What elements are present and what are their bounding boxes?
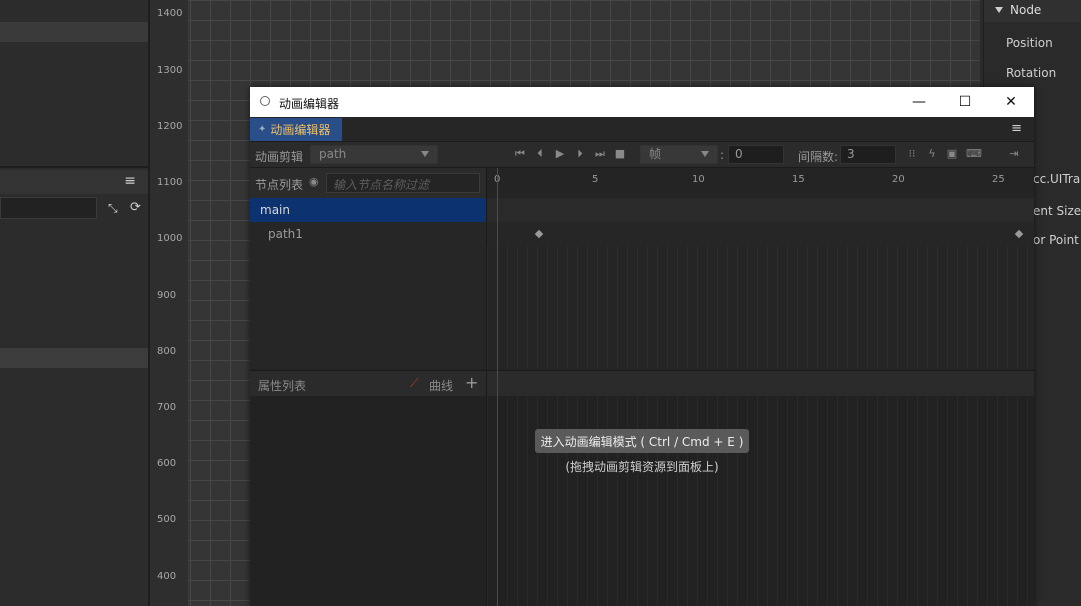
timeline-tick: 5 <box>592 174 599 185</box>
colon-separator: : <box>720 148 725 162</box>
interval-label: 间隔数: <box>798 150 839 164</box>
time-unit-value: 帧 <box>649 147 662 161</box>
save-icon[interactable]: ▣ <box>946 148 958 160</box>
interval-value: 3 <box>847 147 855 161</box>
curve-icon[interactable]: ⟋ <box>410 376 418 391</box>
node-list-title: 节点列表 <box>255 178 304 192</box>
current-frame-value: 0 <box>735 147 743 161</box>
inspector-row-anchor-point: or Point <box>1033 233 1079 247</box>
maximize-button[interactable]: ☐ <box>942 87 988 117</box>
step-back-icon[interactable]: ⏴ <box>534 148 546 160</box>
timeline-tick: 25 <box>992 174 1005 185</box>
left-panel-selected-row[interactable] <box>0 22 148 42</box>
exit-icon[interactable]: ⇥ <box>1008 148 1020 160</box>
left-panel-highlight-row[interactable] <box>0 348 148 368</box>
panel-tab-bar: ✦ 动画编辑器 ≡ <box>250 117 1034 142</box>
left-panel-menu-icon[interactable]: ≡ <box>124 173 136 189</box>
timeline-tracks[interactable] <box>487 198 1034 369</box>
clip-select[interactable]: path <box>310 145 438 164</box>
panel-divider[interactable] <box>486 168 487 606</box>
drag-clip-hint: (拖拽动画剪辑资源到面板上) <box>565 460 719 474</box>
close-icon: ✕ <box>1005 94 1017 110</box>
app-icon <box>260 96 270 106</box>
ruler-tick: 700 <box>157 402 177 413</box>
timeline-tick: 15 <box>792 174 805 185</box>
property-list <box>250 396 486 606</box>
interval-input[interactable]: 3 <box>840 145 896 164</box>
curve-button-label[interactable]: 曲线 <box>429 377 453 394</box>
ruler-tick: 1200 <box>157 121 183 132</box>
node-item-path1[interactable]: path1 <box>250 222 486 246</box>
enter-animation-mode-button[interactable]: 进入动画编辑模式 ( Ctrl / Cmd + E ) <box>535 429 749 453</box>
animation-editor-window: 动画编辑器 — ☐ ✕ ✦ 动画编辑器 ≡ 动画剪辑 path ⏮ ⏴ ▶ ⏵ … <box>250 87 1034 606</box>
playhead-line[interactable] <box>497 168 498 606</box>
maximize-icon: ☐ <box>958 94 972 110</box>
tab-label: 动画编辑器 <box>270 123 331 137</box>
ruler-tick: 1400 <box>157 8 183 19</box>
inspector-section-title: Node <box>1010 3 1042 17</box>
caret-down-icon[interactable] <box>995 7 1003 13</box>
minimize-icon: — <box>912 94 926 110</box>
timeline-tick: 20 <box>892 174 905 185</box>
pin-icon: ✦ <box>258 124 267 135</box>
left-panel-header: ≡ <box>0 170 148 194</box>
ruler-tick: 1100 <box>157 177 183 188</box>
node-filter-input[interactable]: 输入节点名称过滤 <box>326 173 480 193</box>
window-titlebar[interactable]: 动画编辑器 — ☐ ✕ <box>250 87 1034 117</box>
track-row-path1 <box>487 222 1034 246</box>
left-panel-divider <box>0 166 148 168</box>
inspector-node-header[interactable]: Node <box>984 0 1081 22</box>
ruler-tick: 600 <box>157 458 177 469</box>
node-list-header: 节点列表 ◉ 输入节点名称过滤 <box>250 168 486 198</box>
grid-icon[interactable]: ⁝⁝ <box>906 148 918 160</box>
ruler-tick: 500 <box>157 514 177 525</box>
ruler-tick: 1300 <box>157 65 183 76</box>
refresh-icon[interactable]: ⟳ <box>130 200 141 215</box>
time-unit-select[interactable]: 帧 <box>640 145 718 164</box>
enter-button-label: 进入动画编辑模式 ( Ctrl / Cmd + E ) <box>540 434 744 449</box>
panel-menu-icon[interactable]: ≡ <box>1011 121 1022 136</box>
eye-icon[interactable]: ◉ <box>309 175 319 188</box>
window-title: 动画编辑器 <box>279 97 340 111</box>
property-list-title: 属性列表 <box>258 379 307 393</box>
inspector-row-content-size: ent Size <box>1033 204 1081 218</box>
jump-first-icon[interactable]: ⏮ <box>514 148 526 160</box>
current-frame-input[interactable]: 0 <box>728 145 784 164</box>
jump-last-icon[interactable]: ⏭ <box>594 148 606 160</box>
timeline-tick: 10 <box>692 174 705 185</box>
ruler-tick: 800 <box>157 346 177 357</box>
event-icon[interactable]: ϟ <box>926 148 938 160</box>
chevron-down-icon <box>421 151 429 157</box>
timeline-ruler[interactable]: 0 5 10 15 20 25 <box>487 168 1034 198</box>
animation-toolbar: 动画剪辑 path ⏮ ⏴ ▶ ⏵ ⏭ ■ 帧 : 0 间隔数: 3 ⁝⁝ ϟ … <box>250 142 1034 168</box>
collapse-icon[interactable]: ⤡ <box>108 201 118 216</box>
left-panel-search-input[interactable] <box>0 197 97 219</box>
scene-vertical-ruler: 1400 1300 1200 1100 1000 900 800 700 600… <box>150 0 189 606</box>
node-label: main <box>260 203 290 217</box>
ruler-tick: 1000 <box>157 233 183 244</box>
minimize-button[interactable]: — <box>896 87 942 117</box>
add-property-icon[interactable]: + <box>465 373 478 392</box>
step-forward-icon[interactable]: ⏵ <box>574 148 586 160</box>
clip-select-value: path <box>319 147 347 161</box>
chevron-down-icon <box>701 151 709 157</box>
keyboard-icon[interactable]: ⌨ <box>966 148 982 160</box>
left-editor-panel: ≡ ⤡ ⟳ <box>0 0 150 606</box>
clip-label: 动画剪辑 <box>255 150 304 164</box>
property-list-header: 属性列表 ⟋ 曲线 + <box>250 370 1034 397</box>
tab-animation-editor[interactable]: ✦ 动画编辑器 <box>250 118 342 141</box>
node-label: path1 <box>268 227 303 241</box>
node-list: main path1 <box>250 198 486 369</box>
stop-icon[interactable]: ■ <box>614 148 626 160</box>
ruler-tick: 900 <box>157 290 177 301</box>
node-item-main[interactable]: main <box>250 198 486 222</box>
close-button[interactable]: ✕ <box>988 87 1034 117</box>
inspector-row-rotation: Rotation <box>1006 66 1057 80</box>
node-filter-placeholder: 输入节点名称过滤 <box>333 178 430 192</box>
inspector-row-position: Position <box>1006 36 1053 50</box>
play-icon[interactable]: ▶ <box>554 148 566 160</box>
track-row-main <box>487 198 1034 222</box>
inspector-row-uitransform: cc.UITran <box>1033 172 1081 186</box>
ruler-tick: 400 <box>157 571 177 582</box>
